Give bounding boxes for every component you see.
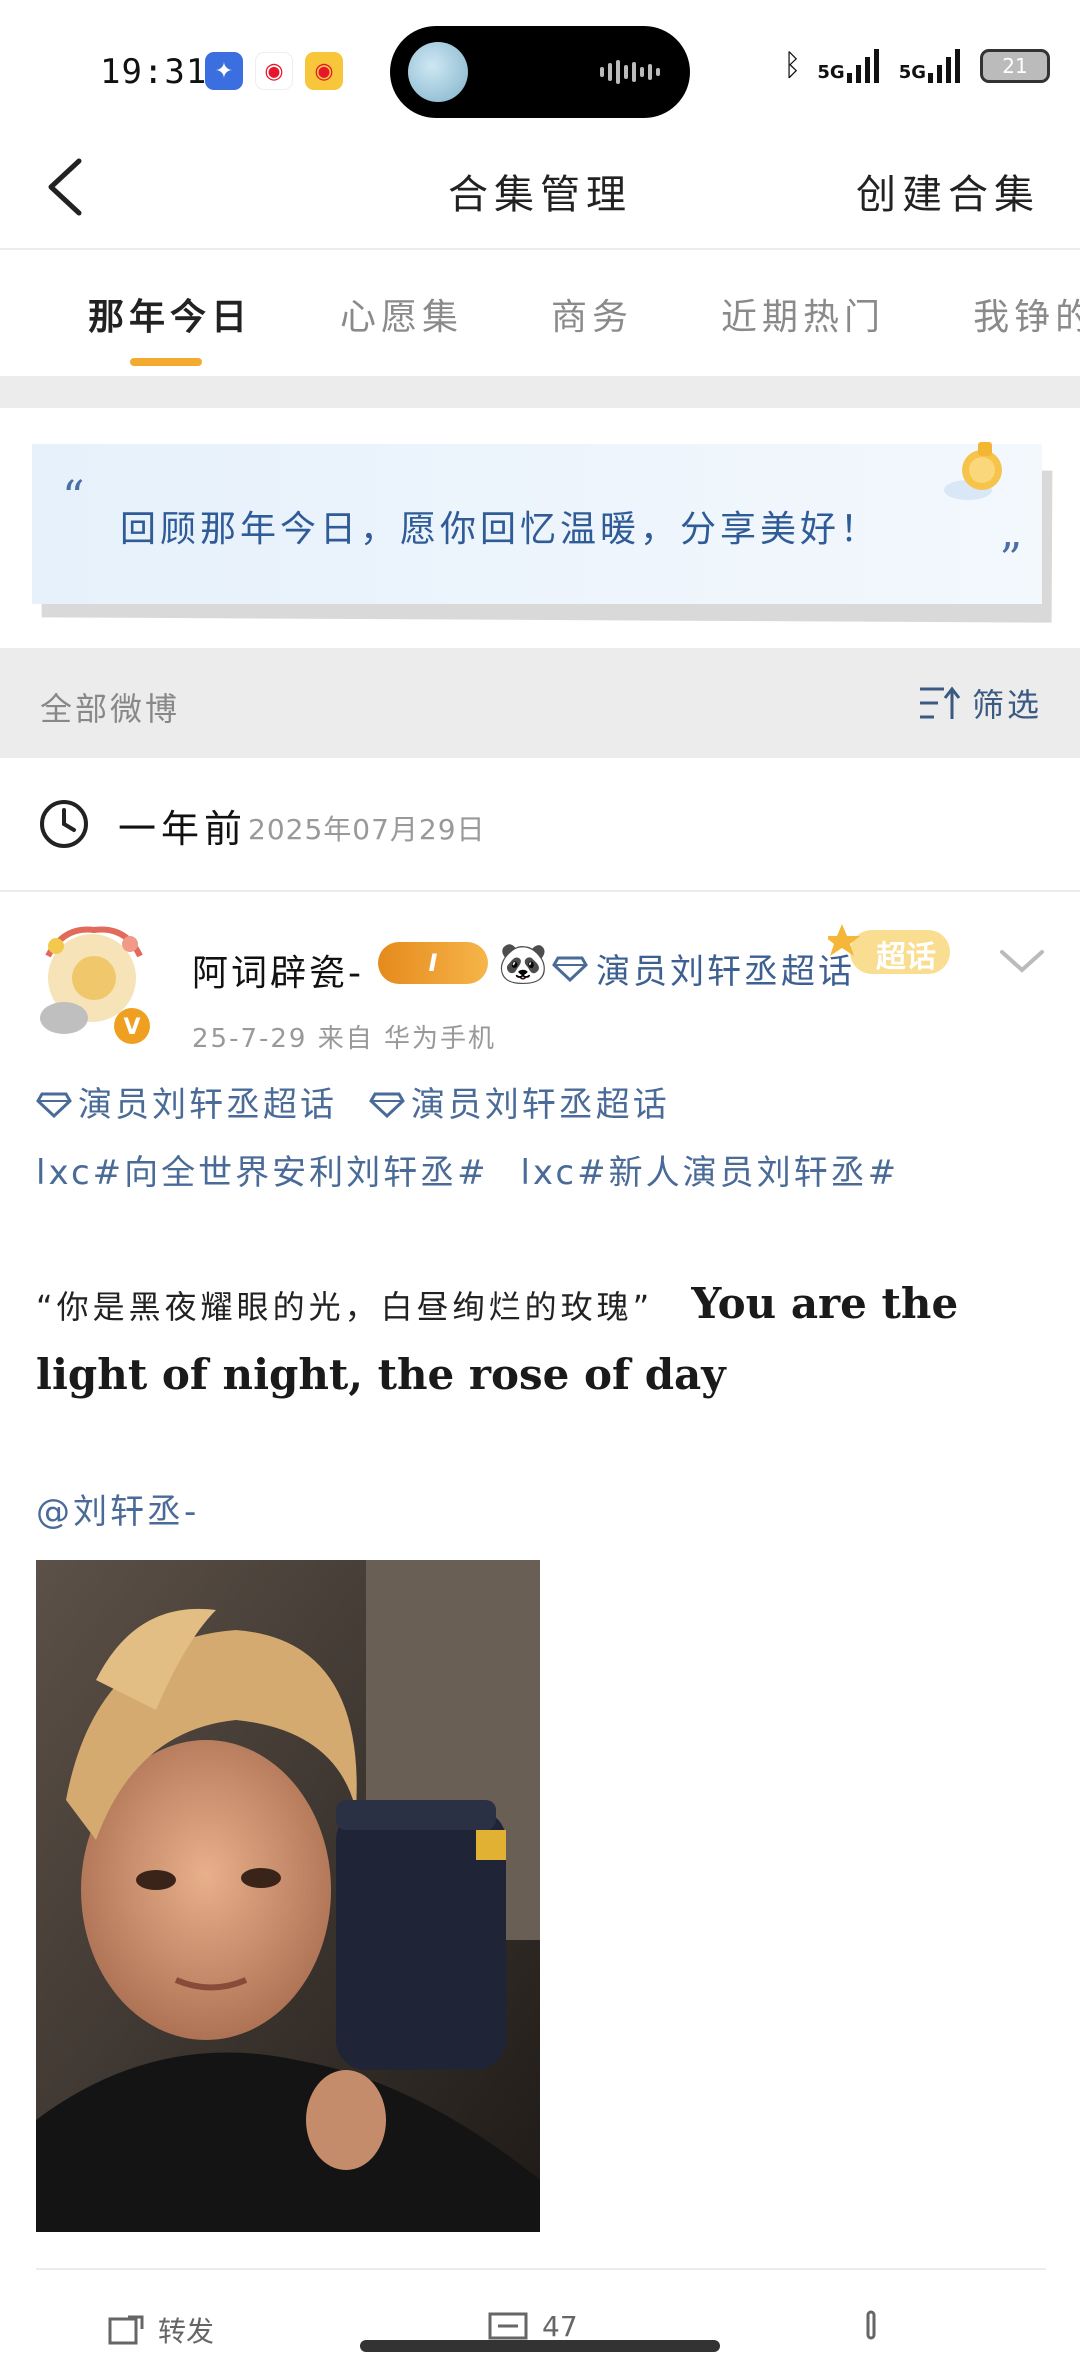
battery-level: 21 [1002, 53, 1028, 78]
hashtag[interactable]: lxc#新人演员刘轩丞# [520, 1140, 899, 1206]
post-body: “你是黑夜耀眼的光，白昼绚烂的玫瑰” You are the light of … [36, 1270, 1046, 1410]
audio-wave-icon [600, 60, 660, 84]
quote-close-icon: ” [999, 534, 1023, 585]
clock-icon [40, 800, 88, 848]
super-topic-badge: 超话 [824, 920, 960, 982]
active-tab-indicator [130, 358, 202, 366]
topic-tag-header[interactable]: 演员刘轩丞超话 [552, 944, 855, 993]
post-tags: 演员刘轩丞超话 演员刘轩丞超话 lxc#向全世界安利刘轩丞# lxc#新人演员刘… [36, 1072, 1046, 1206]
like-button[interactable] [856, 2310, 886, 2340]
level-badge: I [378, 942, 488, 984]
status-app-icons: ✦ ◉ ◉ [205, 52, 343, 90]
topic-tag-text: 演员刘轩丞超话 [410, 1085, 670, 1125]
repost-label: 转发 [158, 2315, 215, 2348]
tab-recent-hot[interactable]: 近期热门 [721, 288, 885, 340]
all-weibo-label[interactable]: 全部微博 [40, 684, 180, 730]
signal-icon-2: 5G [898, 48, 964, 83]
panda-icon: 🐼 [498, 941, 548, 987]
post-photo[interactable] [36, 1560, 540, 2232]
dynamic-island[interactable] [390, 26, 690, 118]
island-avatar [408, 42, 468, 102]
bluetooth-icon: ᛒ [783, 48, 802, 83]
section-divider [0, 376, 1080, 408]
quote-open-icon: “ [62, 472, 85, 523]
filter-button[interactable]: 筛选 [918, 680, 1042, 726]
diamond-icon [36, 1092, 72, 1118]
post-body-chinese: “你是黑夜耀眼的光，白昼绚烂的玫瑰” [36, 1288, 654, 1326]
tab-wish-collection[interactable]: 心愿集 [340, 288, 463, 340]
weibo-post[interactable]: V 阿词辟瓷- I 🐼 演员刘轩丞超话 超话 25-7-29 来自 华为手机 演… [0, 892, 1080, 2373]
time-group-label: 一年前 [118, 807, 248, 851]
svg-text:V: V [123, 1015, 140, 1040]
signal-label-1: 5G [817, 61, 845, 83]
topic-tag[interactable]: 演员刘轩丞超话 [36, 1072, 337, 1138]
home-indicator[interactable] [360, 2340, 720, 2352]
gold-coin-icon [944, 442, 1002, 500]
create-collection-button[interactable]: 创建合集 [856, 162, 1040, 220]
post-username[interactable]: 阿词辟瓷- [192, 944, 364, 996]
status-indicators: ᛒ 5G 5G 21 [783, 48, 1050, 83]
post-action-bar: 转发 47 [36, 2268, 1046, 2373]
weibo-alt-icon: ◉ [305, 52, 343, 90]
time-group-date: 2025年07月29日 [248, 813, 486, 846]
time-group-header: 一年前 2025年07月29日 [0, 758, 1080, 892]
filter-sort-icon [919, 686, 961, 719]
banner-card: “ 回顾那年今日，愿你回忆温暖，分享美好！ ” [32, 442, 1042, 604]
super-topic-label: 超话 [876, 940, 936, 975]
filter-label: 筛选 [971, 686, 1042, 724]
tab-business[interactable]: 商务 [551, 288, 633, 340]
signal-icon-1: 5G [817, 48, 882, 83]
signal-label-2: 5G [898, 61, 926, 83]
tencent-app-icon: ✦ [205, 52, 243, 90]
topic-tag-text: 演员刘轩丞超话 [78, 1085, 337, 1125]
avatar[interactable]: V [34, 916, 154, 1050]
nav-header: 合集管理 创建合集 [0, 130, 1080, 250]
memory-banner: “ 回顾那年今日，愿你回忆温暖，分享美好！ ” [0, 408, 1080, 648]
diamond-icon [552, 956, 588, 982]
repost-button[interactable]: 转发 [108, 2310, 214, 2350]
topic-tag[interactable]: 演员刘轩丞超话 [368, 1072, 670, 1138]
comment-button[interactable]: 47 [488, 2310, 578, 2343]
weibo-icon: ◉ [255, 52, 293, 90]
chevron-down-icon[interactable] [998, 946, 1046, 976]
post-meta: 25-7-29 来自 华为手机 [192, 1024, 497, 1054]
banner-text: 回顾那年今日，愿你回忆温暖，分享美好！ [120, 509, 881, 550]
topic-tag-header-text: 演员刘轩丞超话 [596, 952, 855, 992]
filter-bar: 全部微博 筛选 [0, 648, 1080, 758]
diamond-icon [368, 1092, 405, 1118]
tab-on-this-day[interactable]: 那年今日 [88, 288, 252, 340]
tab-mine[interactable]: 我铮的 [973, 288, 1080, 340]
battery-icon: 21 [980, 48, 1050, 83]
hashtag[interactable]: lxc#向全世界安利刘轩丞# [36, 1140, 489, 1206]
repost-icon [108, 2315, 144, 2345]
status-time: 19:31 [100, 52, 208, 92]
status-bar: 19:31 ✦ ◉ ◉ ᛒ 5G 5G 21 [0, 0, 1080, 130]
comment-icon [488, 2312, 528, 2339]
user-mention[interactable]: @刘轩丞- [36, 1484, 199, 1533]
like-icon [866, 2310, 876, 2340]
comment-count: 47 [542, 2310, 578, 2343]
